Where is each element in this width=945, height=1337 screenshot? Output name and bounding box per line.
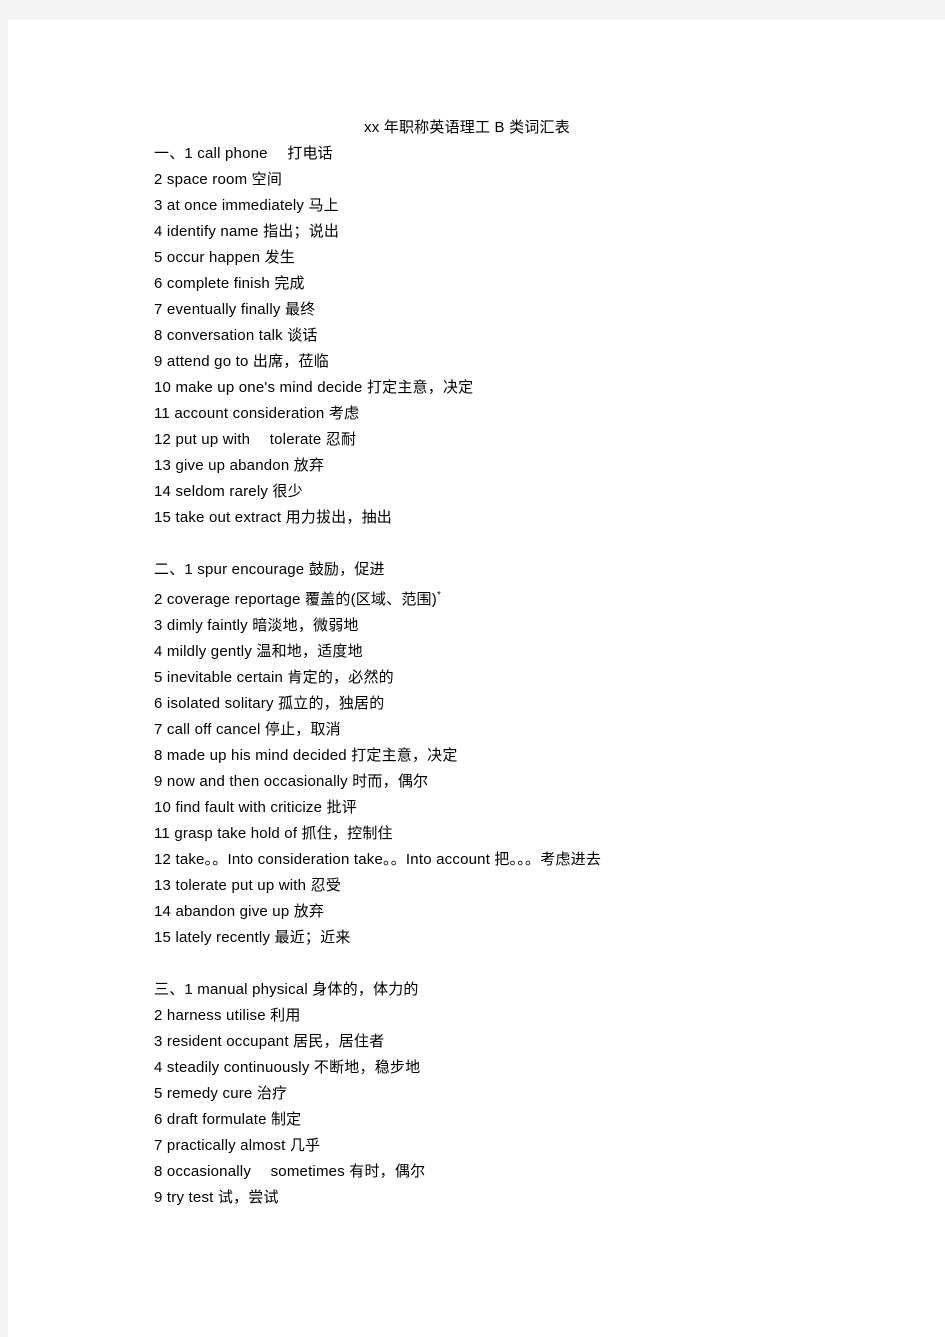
list-item: 5 occur happen 发生 — [154, 249, 295, 266]
list-item: 13 tolerate put up with 忍受 — [154, 877, 341, 894]
list-item: 11 account consideration 考虑 — [154, 405, 360, 422]
document-content: xx 年职称英语理工 B 类词汇表 一、1 call phone 打电话 2 s… — [154, 115, 854, 1211]
list-item: 5 inevitable certain 肯定的，必然的 — [154, 669, 394, 686]
list-item-text: 2 coverage reportage 覆盖的(区域、范围) — [154, 591, 437, 608]
list-item: 4 identify name 指出；说出 — [154, 223, 340, 240]
list-item: 8 occasionally sometimes 有时，偶尔 — [154, 1163, 426, 1180]
vocabulary-section-1: 一、1 call phone 打电话 2 space room 空间 3 at … — [154, 141, 854, 531]
vocabulary-section-2: 二、1 spur encourage 鼓励，促进 2 coverage repo… — [154, 557, 854, 951]
list-item: 12 put up with tolerate 忍耐 — [154, 431, 357, 448]
page-title: xx 年职称英语理工 B 类词汇表 — [364, 119, 570, 136]
list-item: 14 seldom rarely 很少 — [154, 483, 303, 500]
footnote-marker: * — [436, 590, 442, 601]
vocabulary-section-3: 三、1 manual physical 身体的，体力的 2 harness ut… — [154, 977, 854, 1211]
list-item: 4 steadily continuously 不断地，稳步地 — [154, 1059, 421, 1076]
list-item: 三、1 manual physical 身体的，体力的 — [154, 981, 419, 998]
section-divider — [154, 951, 854, 977]
document-page: xx 年职称英语理工 B 类词汇表 一、1 call phone 打电话 2 s… — [8, 20, 945, 1337]
list-item: 2 harness utilise 利用 — [154, 1007, 301, 1024]
list-item: 15 lately recently 最近；近来 — [154, 929, 351, 946]
list-item: 6 isolated solitary 孤立的，独居的 — [154, 695, 385, 712]
list-item: 9 now and then occasionally 时而，偶尔 — [154, 773, 429, 790]
list-item: 二、1 spur encourage 鼓励，促进 — [154, 561, 385, 578]
list-item: 13 give up abandon 放弃 — [154, 457, 325, 474]
list-item: 6 complete finish 完成 — [154, 275, 305, 292]
list-item: 9 attend go to 出席，莅临 — [154, 353, 329, 370]
list-item: 3 at once immediately 马上 — [154, 197, 339, 214]
list-item: 12 take。。Into consideration take。。Into a… — [154, 851, 602, 868]
list-item: 6 draft formulate 制定 — [154, 1111, 302, 1128]
list-item: 7 call off cancel 停止，取消 — [154, 721, 341, 738]
list-item: 15 take out extract 用力拔出，抽出 — [154, 509, 392, 526]
list-item: 9 try test 试，尝试 — [154, 1189, 279, 1206]
list-item: 一、1 call phone 打电话 — [154, 145, 333, 162]
list-item: 5 remedy cure 治疗 — [154, 1085, 288, 1102]
list-item: 2 coverage reportage 覆盖的(区域、范围)* — [154, 583, 854, 613]
list-item: 3 dimly faintly 暗淡地，微弱地 — [154, 617, 359, 634]
list-item: 2 space room 空间 — [154, 171, 283, 188]
list-item: 14 abandon give up 放弃 — [154, 903, 325, 920]
list-item: 8 made up his mind decided 打定主意，决定 — [154, 747, 458, 764]
list-item: 4 mildly gently 温和地，适度地 — [154, 643, 363, 660]
list-item: 11 grasp take hold of 抓住，控制住 — [154, 825, 393, 842]
list-item: 10 make up one's mind decide 打定主意，决定 — [154, 379, 474, 396]
section-divider — [154, 531, 854, 557]
list-item: 3 resident occupant 居民，居住者 — [154, 1033, 385, 1050]
list-item: 7 practically almost 几乎 — [154, 1137, 321, 1154]
list-item: 10 find fault with criticize 批评 — [154, 799, 357, 816]
list-item: 8 conversation talk 谈话 — [154, 327, 318, 344]
list-item: 7 eventually finally 最终 — [154, 301, 316, 318]
